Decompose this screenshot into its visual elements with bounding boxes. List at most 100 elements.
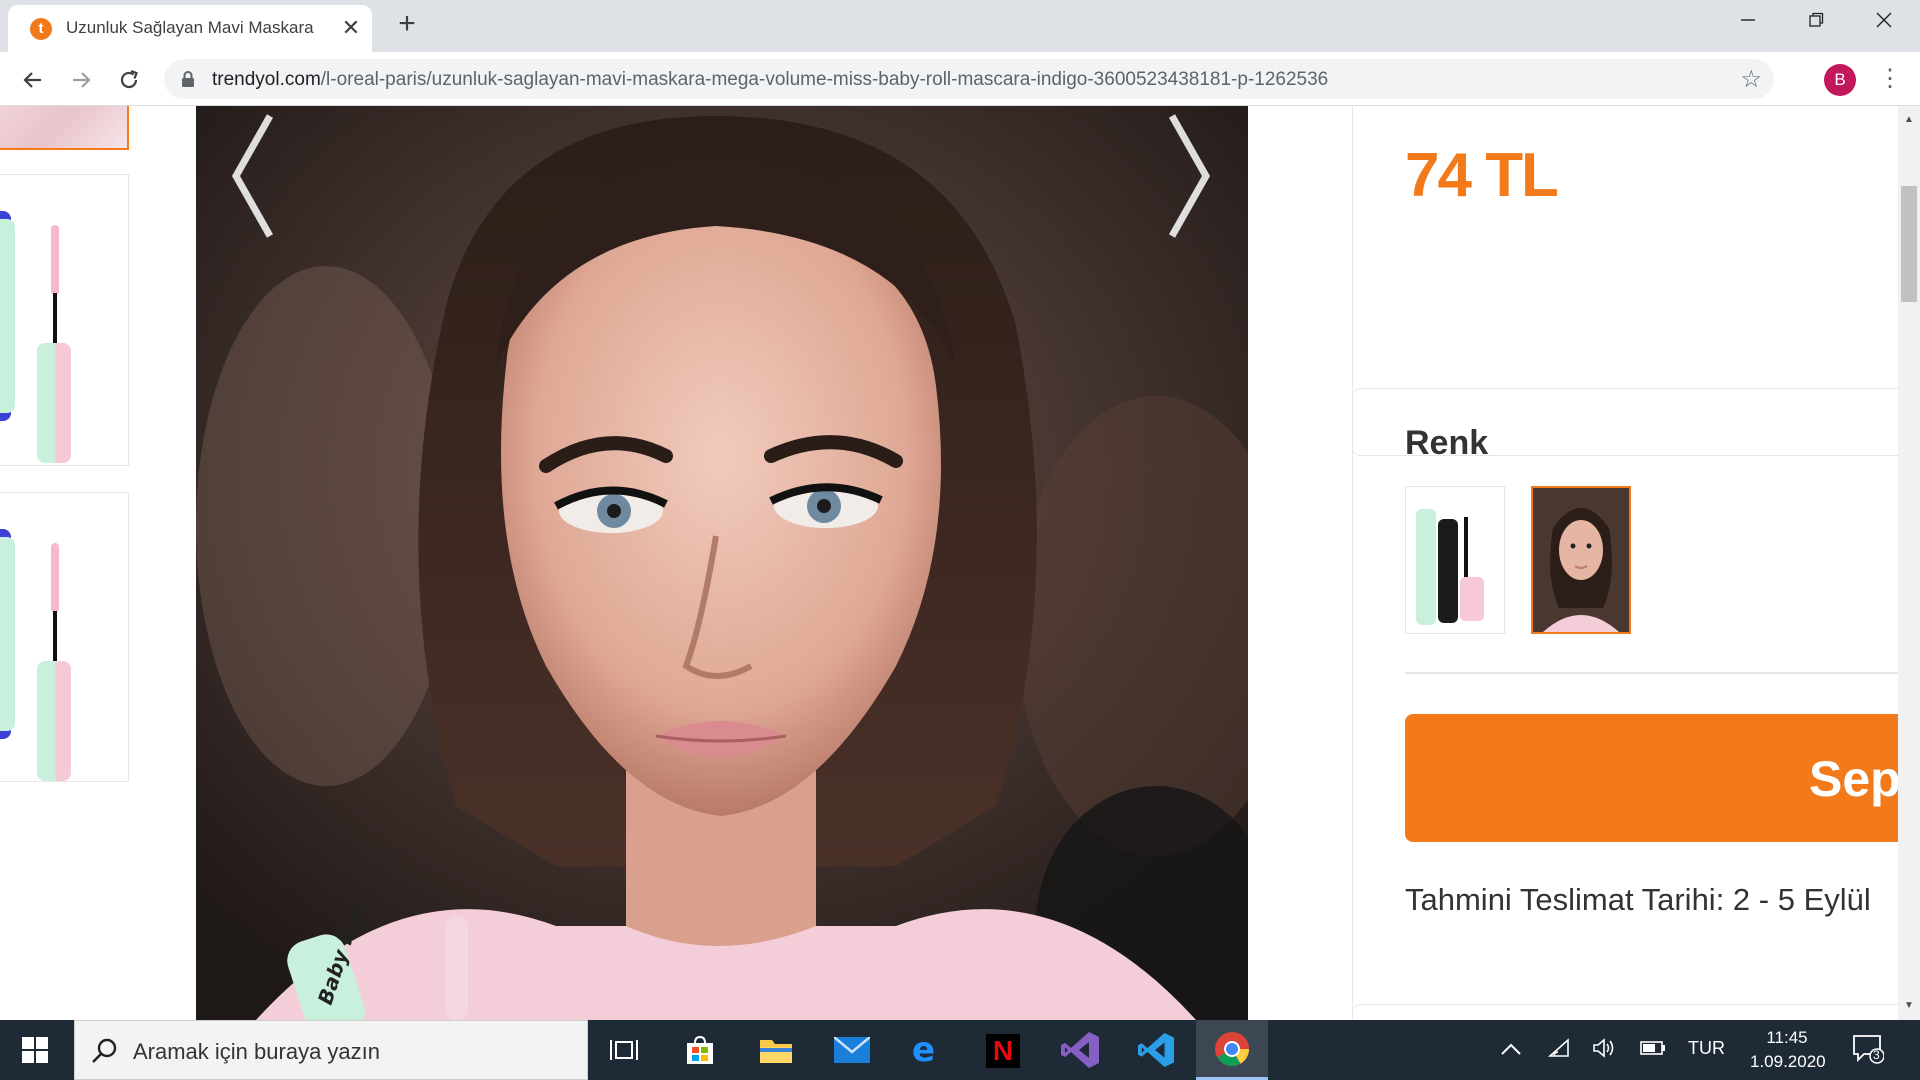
color-heading: Renk: [1405, 424, 1489, 462]
volume-icon: [1593, 1038, 1614, 1058]
visual-studio-app[interactable]: [1044, 1020, 1116, 1080]
browser-tab[interactable]: t Uzunluk Sağlayan Mavi Maskara ✕: [8, 5, 372, 52]
windows-taskbar: Aramak için buraya yazın e N TUR 11:45 1…: [0, 1020, 1920, 1080]
address-bar[interactable]: trendyol.com/l-oreal-paris/uzunluk-sagla…: [164, 59, 1774, 99]
divider: [1405, 672, 1898, 674]
volume-tray[interactable]: [1592, 1038, 1616, 1063]
chevron-up-icon: [1501, 1043, 1521, 1055]
network-tray[interactable]: [1547, 1038, 1570, 1063]
start-button[interactable]: [0, 1020, 72, 1080]
color-swatch-model[interactable]: [1531, 486, 1631, 634]
thumbnail-column: [0, 106, 130, 1020]
mascara-tube-mint: [0, 537, 15, 731]
vscode-app[interactable]: [1120, 1020, 1192, 1080]
reload-icon: [120, 69, 138, 89]
clock-time: 11:45: [1766, 1028, 1808, 1047]
trendyol-favicon-icon: t: [30, 18, 52, 40]
thumbnail-mascara-2[interactable]: [0, 492, 129, 782]
scroll-up-icon[interactable]: ▲: [1898, 112, 1920, 128]
chrome-icon: [1215, 1032, 1249, 1066]
folder-icon: [760, 1040, 792, 1063]
chrome-app[interactable]: [1196, 1020, 1268, 1080]
battery-tray[interactable]: [1640, 1038, 1666, 1061]
action-center-button[interactable]: 3: [1852, 1034, 1886, 1066]
url-path: /l-oreal-paris/uzunluk-saglayan-mavi-mas…: [320, 69, 1329, 90]
mascara-tube-mint: [0, 219, 15, 413]
browser-toolbar: trendyol.com/l-oreal-paris/uzunluk-sagla…: [0, 52, 1920, 106]
netflix-icon: N: [986, 1034, 1020, 1068]
screen: t Uzunluk Sağlayan Mavi Maskara ✕ + tren…: [0, 0, 1920, 1080]
swatch-cap: [1460, 577, 1484, 621]
new-tab-button[interactable]: +: [392, 9, 422, 40]
file-explorer-app[interactable]: [740, 1020, 812, 1080]
profile-avatar[interactable]: B: [1824, 64, 1856, 96]
search-placeholder: Aramak için buraya yazın: [133, 1039, 380, 1064]
mascara-brush: [51, 543, 59, 613]
thumbnail-model-photo[interactable]: [0, 106, 129, 150]
thumbnail-mascara-1[interactable]: [0, 174, 129, 466]
restore-icon: [1809, 12, 1824, 27]
network-icon: [1547, 1038, 1569, 1057]
show-hidden-icons[interactable]: [1500, 1038, 1522, 1061]
taskbar-search-box[interactable]: Aramak için buraya yazın: [74, 1020, 588, 1080]
swatch-tube-mint: [1416, 509, 1436, 625]
notification-count: 3: [1873, 1048, 1880, 1062]
input-language[interactable]: TUR: [1688, 1038, 1725, 1059]
windows-logo-icon: [22, 1037, 48, 1063]
task-view-button[interactable]: [588, 1020, 660, 1080]
back-arrow-icon: [23, 72, 41, 88]
clock-date: 1.09.2020: [1750, 1052, 1826, 1071]
swatch-tube-black: [1438, 519, 1458, 623]
lock-icon: [182, 71, 194, 87]
vscode-icon: [1138, 1032, 1174, 1068]
swatch-wand: [1464, 517, 1468, 581]
bookmark-star-icon[interactable]: ☆: [1740, 65, 1762, 94]
browser-menu-icon[interactable]: ⋮: [1878, 63, 1902, 97]
next-image-arrow-icon[interactable]: [1162, 106, 1216, 246]
edge-icon: e: [912, 1030, 936, 1070]
store-icon: [687, 1035, 713, 1064]
scroll-down-icon[interactable]: ▼: [1898, 998, 1920, 1014]
store-app[interactable]: [664, 1020, 736, 1080]
mascara-brush: [51, 225, 59, 295]
mail-icon: [834, 1037, 870, 1063]
mascara-wand: [53, 293, 57, 347]
tab-title: Uzunluk Sağlayan Mavi Maskara: [66, 18, 314, 37]
netflix-app[interactable]: N: [968, 1020, 1040, 1080]
model-portrait-illustration: Baby Roll: [196, 106, 1248, 1020]
main-product-image: Baby Roll: [196, 106, 1248, 1020]
browser-tab-bar: t Uzunluk Sağlayan Mavi Maskara ✕ +: [0, 0, 1920, 52]
mail-app[interactable]: [816, 1020, 888, 1080]
add-to-cart-label: Sep: [1809, 751, 1898, 807]
back-button[interactable]: [16, 63, 50, 97]
tab-close-icon[interactable]: ✕: [338, 15, 364, 41]
mascara-wand: [53, 611, 57, 665]
scrollbar-thumb[interactable]: [1901, 186, 1917, 302]
previous-image-arrow-icon[interactable]: [226, 106, 280, 246]
product-price: 74 TL: [1405, 141, 1559, 210]
restore-button[interactable]: [1786, 6, 1846, 38]
next-section-card: [1352, 1004, 1898, 1020]
estimated-delivery-text: Tahmini Teslimat Tarihi: 2 - 5 Eylül: [1405, 882, 1871, 917]
variant-card: [1352, 388, 1898, 1020]
url-host: trendyol.com: [212, 69, 321, 90]
add-to-cart-button[interactable]: Sep: [1405, 714, 1898, 842]
close-window-button[interactable]: [1854, 6, 1914, 38]
system-clock[interactable]: 11:45 1.09.2020: [1750, 1026, 1826, 1074]
task-view-icon: [610, 1040, 638, 1060]
forward-button[interactable]: [64, 63, 98, 97]
color-swatch-mascara[interactable]: [1405, 486, 1505, 634]
page-scrollbar[interactable]: ▲ ▼: [1898, 106, 1920, 1020]
mascara-tube-cap: [37, 343, 71, 463]
model-swatch-illustration: [1533, 488, 1629, 632]
visual-studio-icon: [1061, 1032, 1099, 1068]
minimize-button[interactable]: [1718, 6, 1778, 38]
forward-arrow-icon: [73, 72, 91, 88]
minimize-icon: [1741, 19, 1755, 21]
url-text: trendyol.com/l-oreal-paris/uzunluk-sagla…: [212, 69, 1328, 91]
battery-icon: [1640, 1041, 1665, 1055]
mascara-tube-cap: [37, 661, 71, 781]
reload-button[interactable]: [112, 63, 146, 97]
edge-app[interactable]: e: [892, 1020, 964, 1080]
search-icon: [92, 1038, 117, 1063]
